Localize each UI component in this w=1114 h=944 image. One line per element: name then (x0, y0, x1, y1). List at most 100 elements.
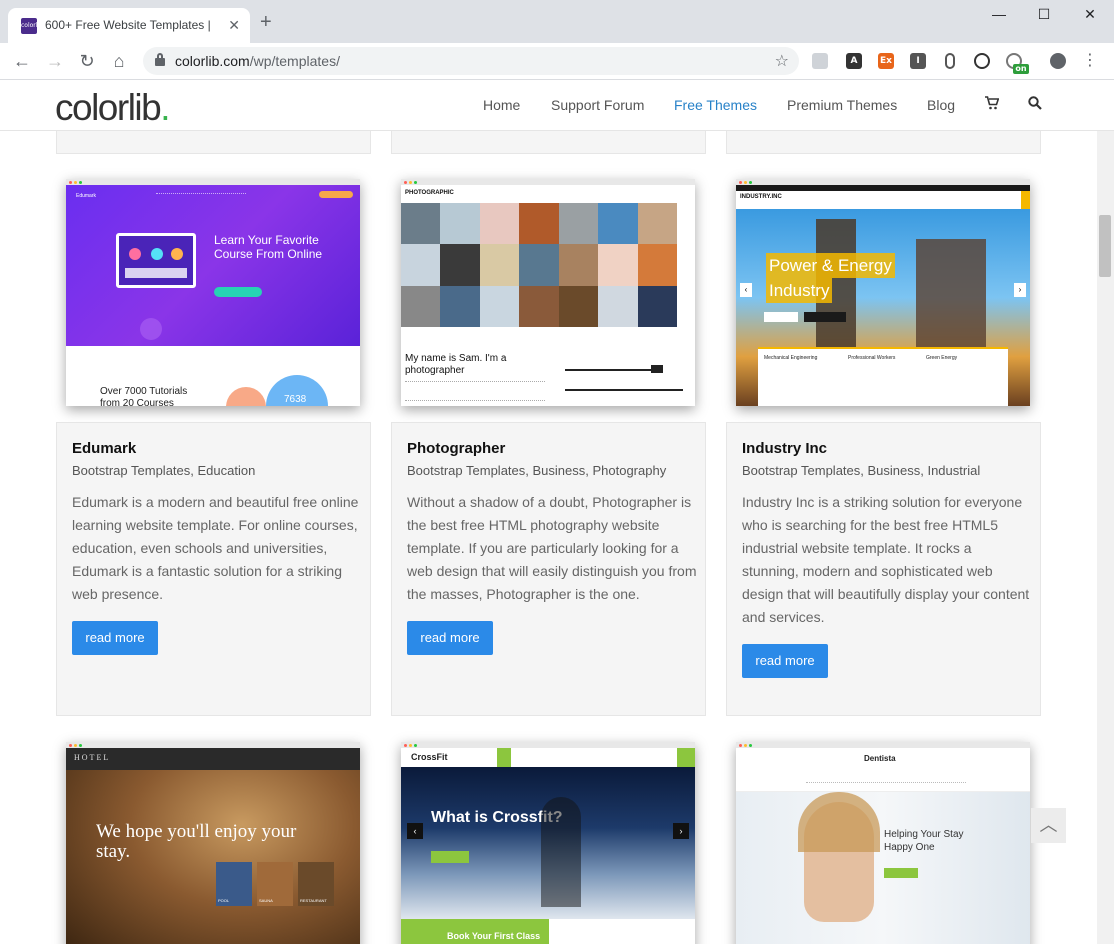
crossfit-hero: What is Crossfit? ‹ › (401, 767, 695, 919)
hotel-preview-logo: HOTEL (74, 753, 111, 762)
hotel-tile-label: POOL (218, 898, 230, 903)
crossfit-slider-next-icon: › (673, 823, 689, 839)
url-text[interactable]: colorlib.com/wp/templates/ (175, 53, 340, 69)
card-description: Industry Inc is a striking solution for … (742, 494, 1030, 625)
card-info: Industry Inc Bootstrap Templates, Busine… (726, 422, 1041, 716)
bookmark-star-icon[interactable]: ☆ (775, 51, 789, 71)
close-window-icon[interactable]: ✕ (1067, 6, 1113, 23)
edumark-laptop-illustration (116, 233, 196, 288)
extension-ex-icon[interactable]: Ex (878, 53, 894, 69)
profile-avatar-icon[interactable] (1050, 53, 1066, 69)
scrollbar-thumb[interactable] (1099, 215, 1111, 277)
industry-feature: Professional Workers (848, 355, 896, 361)
dentista-preview-logo: Dentista (864, 754, 896, 763)
template-preview-dentista[interactable]: Dentista Helping Your Stay Happy One (736, 742, 1030, 944)
lock-icon (155, 53, 165, 66)
home-icon[interactable]: ⌂ (109, 51, 129, 71)
edumark-preview-logo: Edumark (76, 193, 97, 199)
card-categories[interactable]: Bootstrap Templates, Education (72, 463, 255, 478)
reload-icon[interactable]: ↻ (77, 51, 97, 71)
close-tab-icon[interactable]: ✕ (228, 17, 240, 34)
crossfit-slider-prev-icon: ‹ (407, 823, 423, 839)
card-info: Edumark Bootstrap Templates, Education E… (56, 422, 371, 716)
hotel-preview-headline: We hope you'll enjoy your stay. (96, 821, 297, 862)
read-more-button[interactable]: read more (72, 621, 158, 655)
edumark-preview-nav (156, 193, 246, 196)
hotel-tile-label: RESTAURANT (300, 898, 327, 903)
crossfit-preview-logo: CrossFit (411, 752, 448, 762)
template-preview-crossfit[interactable]: CrossFit What is Crossfit? ‹ › Book Your… (401, 742, 695, 944)
browser-tabstrip: colorlib 600+ Free Website Templates | ✕… (0, 0, 1114, 43)
industry-slider-next-icon: › (1014, 283, 1026, 297)
extension-i-icon[interactable]: I (910, 53, 926, 69)
edumark-preview-button (214, 287, 262, 297)
edumark-preview-cta (319, 191, 353, 198)
forward-arrow-icon[interactable]: → (45, 51, 65, 71)
back-arrow-icon[interactable]: ← (12, 51, 32, 71)
card-title[interactable]: Edumark (72, 440, 136, 457)
template-preview-hotel[interactable]: HOTEL We hope you'll enjoy your stay. PO… (66, 742, 360, 944)
edumark-preview-badge-circle: 7638 (266, 375, 328, 406)
hotel-preview-nav: HOTEL (66, 748, 360, 770)
colorlib-logo[interactable]: colorlib. (55, 87, 170, 129)
card-categories[interactable]: Bootstrap Templates, Business, Photograp… (407, 463, 666, 478)
search-icon[interactable] (1028, 96, 1042, 113)
photographer-social-sidebar (677, 203, 695, 327)
chevron-up-icon: ︿ (1039, 815, 1058, 835)
hotel-hero: We hope you'll enjoy your stay. POOL SAU… (66, 770, 360, 944)
extension-shield-icon[interactable] (974, 53, 990, 69)
extension-a-icon[interactable]: A (846, 53, 862, 69)
read-more-button[interactable]: read more (407, 621, 493, 655)
edumark-preview-headline: Learn Your Favorite Course From Online (214, 233, 323, 261)
previous-card-stub (391, 131, 706, 154)
template-preview-photographer[interactable]: PHOTOGRAPHIC My name is Sam. I'm a photo… (401, 179, 695, 406)
tab-title: 600+ Free Website Templates | (45, 18, 211, 32)
photographer-preview-logo: PHOTOGRAPHIC (405, 190, 454, 196)
crossfit-preview-nav: CrossFit (401, 748, 695, 767)
extension-mouse-icon[interactable] (945, 53, 955, 69)
card-description: Without a shadow of a doubt, Photographe… (407, 494, 697, 602)
browser-menu-icon[interactable]: ⋮ (1080, 51, 1100, 71)
address-bar[interactable]: colorlib.com/wp/templates/ ☆ (143, 47, 799, 75)
dentista-hero: Helping Your Stay Happy One (736, 792, 1030, 944)
industry-preview-headline-1: Power & Energy (766, 253, 895, 278)
nav-support-forum[interactable]: Support Forum (551, 97, 644, 113)
nav-premium-themes[interactable]: Premium Themes (787, 97, 897, 113)
browser-toolbar: ← → ↻ ⌂ colorlib.com/wp/templates/ ☆ A E… (0, 43, 1114, 80)
card-title[interactable]: Photographer (407, 440, 505, 457)
edumark-preview-badge: 7638 (284, 394, 307, 405)
industry-feature: Mechanical Engineering (764, 355, 818, 361)
maximize-window-icon[interactable]: ☐ (1021, 6, 1067, 23)
site-header: colorlib. Home Support Forum Free Themes… (0, 80, 1114, 131)
page-scrollbar[interactable] (1097, 80, 1114, 944)
industry-features-panel: Mechanical Engineering Professional Work… (758, 347, 1008, 406)
industry-feature: Green Energy (926, 355, 958, 361)
nav-home[interactable]: Home (483, 97, 520, 113)
card-description: Edumark is a modern and beautiful free o… (72, 494, 359, 602)
cart-icon[interactable] (985, 96, 1000, 113)
card-categories[interactable]: Bootstrap Templates, Business, Industria… (742, 463, 980, 478)
url-domain: colorlib.com (175, 53, 250, 69)
edumark-preview-subtext: Over 7000 Tutorials from 20 Courses (100, 386, 188, 406)
photographer-preview-headline: My name is Sam. I'm a photographer (405, 353, 507, 376)
logo-dot: . (160, 87, 170, 128)
dentista-preview-header: Dentista (736, 748, 1030, 792)
dentista-preview-headline: Helping Your Stay Happy One (884, 829, 964, 853)
page-content: Edumark Learn Your Favorite Course From … (0, 131, 1097, 944)
extension-cloud-icon[interactable] (812, 53, 828, 69)
read-more-button[interactable]: read more (742, 644, 828, 678)
back-to-top-button[interactable]: ︿ (1031, 808, 1066, 843)
hotel-tile-label: SAUNA (259, 898, 273, 903)
nav-blog[interactable]: Blog (927, 97, 955, 113)
card-title[interactable]: Industry Inc (742, 440, 827, 457)
extension-on-badge: on (1013, 64, 1029, 74)
browser-tab[interactable]: colorlib 600+ Free Website Templates | ✕ (8, 8, 250, 43)
minimize-window-icon[interactable]: — (976, 6, 1022, 22)
colorlib-favicon-icon: colorlib (21, 18, 43, 34)
new-tab-icon[interactable]: + (260, 12, 272, 32)
template-preview-industry-inc[interactable]: INDUSTRY.INC Power & Energy Industry ‹ ›… (736, 179, 1030, 406)
template-preview-edumark[interactable]: Edumark Learn Your Favorite Course From … (66, 179, 360, 406)
nav-free-themes[interactable]: Free Themes (674, 97, 757, 113)
url-path: /wp/templates/ (249, 53, 340, 69)
previous-card-stub (56, 131, 371, 154)
